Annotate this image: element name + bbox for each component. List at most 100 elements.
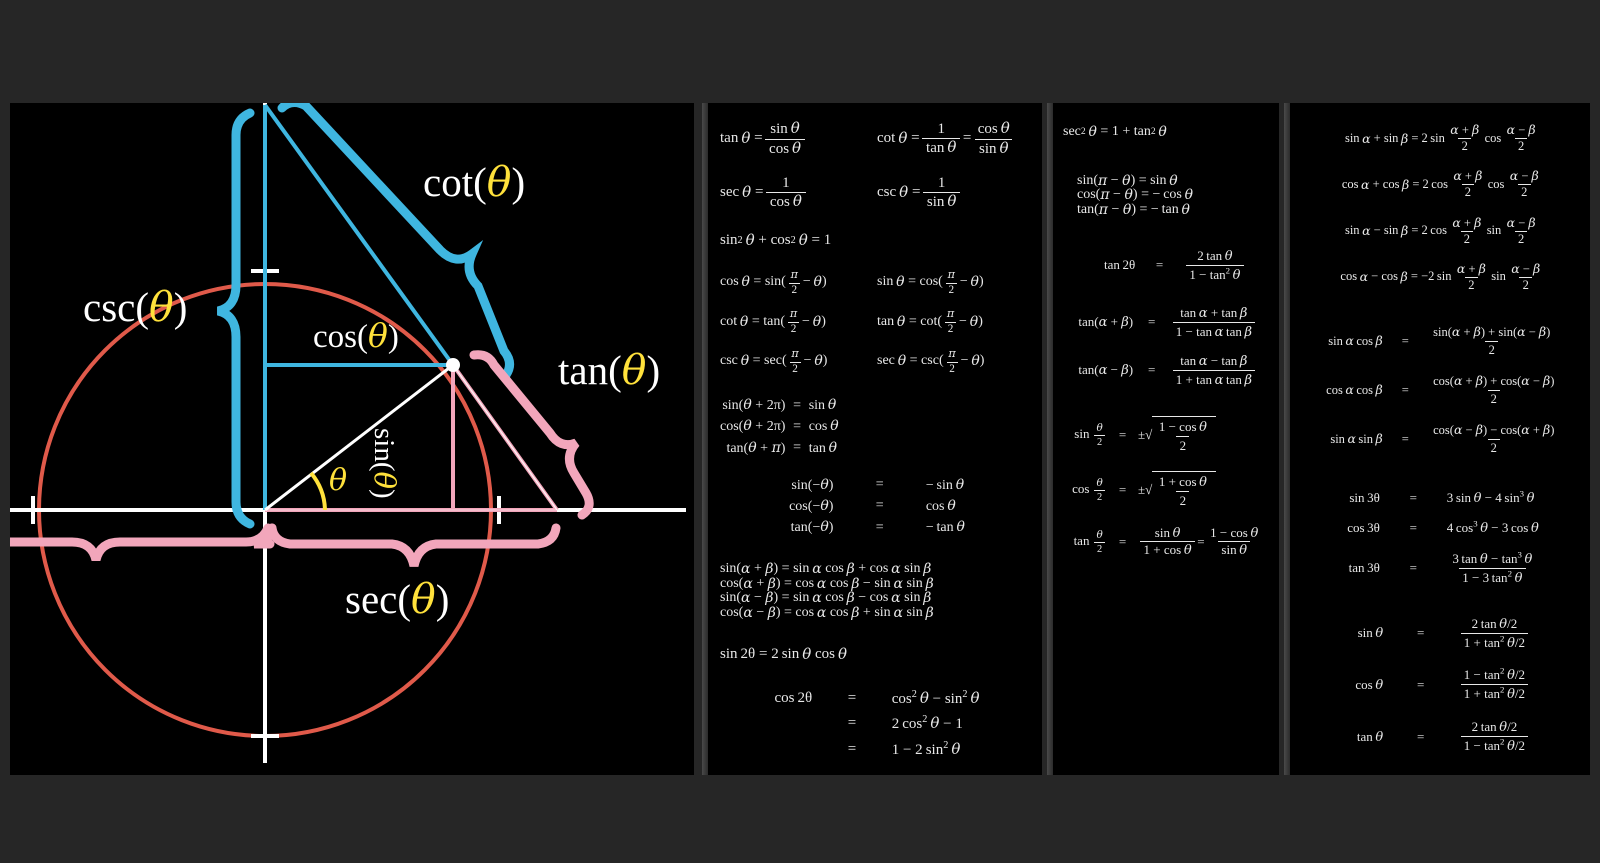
sin-sum-identity: sin(α + β) = sin α cos β + cos α sin β bbox=[720, 562, 1034, 577]
even-cos-lhs: cos(−θ) bbox=[720, 498, 833, 515]
weier-tan-eq: = bbox=[1390, 729, 1451, 745]
sin-cofunction: sin θ = cos(π2− θ) bbox=[877, 269, 1034, 297]
csc-theta: θ bbox=[149, 283, 174, 331]
csc-open-paren: ( bbox=[135, 284, 149, 330]
odd-tan-lhs: tan(−θ) bbox=[720, 519, 833, 536]
coscos-product-rhs: cos(α + β) + cos(α − β) 2 bbox=[1428, 373, 1584, 407]
csc-label: csc(θ) bbox=[83, 283, 187, 331]
csc-close-paren: ) bbox=[174, 284, 188, 330]
sec-theta: θ bbox=[411, 575, 436, 623]
cos-close-paren: ) bbox=[388, 319, 399, 355]
cot-cofunction: cot θ = tan(π2− θ) bbox=[720, 308, 877, 336]
sec-squared-identity: sec2 θ = 1 + tan2 θ bbox=[1063, 125, 1273, 140]
half-tan-rhs: sin θ 1 + cos θ = 1 − cos θ sin θ bbox=[1138, 526, 1273, 558]
cot-definition: cot θ = 1 tan θ = cos θ sin θ bbox=[877, 121, 1034, 158]
odd-tan-rhs: − tan θ bbox=[926, 519, 1034, 536]
period-tan-eq: = bbox=[793, 440, 801, 456]
half-sin-lhs: sin θ2 bbox=[1063, 422, 1107, 448]
sin-theta: θ bbox=[368, 472, 402, 489]
plus-minus-sign-2: ± bbox=[1138, 471, 1145, 509]
tan-double-rhs: 2 tan θ 1 − tan2 θ bbox=[1184, 248, 1273, 283]
cos-open-paren: ( bbox=[357, 319, 368, 355]
triangle-edge bbox=[453, 365, 557, 510]
tan-sum-eq: = bbox=[1140, 314, 1163, 330]
reciprocal-definitions: tan θ = sin θ cos θ cot θ = 1 tan θ = bbox=[720, 121, 1034, 211]
formula-column-3: sec2 θ = 1 + tan2 θ sin(π − θ) = sin θ c… bbox=[1047, 103, 1279, 775]
tan-theta: θ bbox=[622, 346, 647, 394]
cos-label-text: cos bbox=[313, 319, 357, 355]
sin-open-paren: ( bbox=[368, 462, 400, 472]
half-tan-eq: = bbox=[1114, 534, 1130, 550]
screenshot-root: cot(θ) csc(θ) cos(θ) tan(θ) sin(θ) sec(θ… bbox=[0, 0, 1600, 863]
sinsin-product-eq: = bbox=[1390, 432, 1421, 447]
weier-cos-lhs: cos θ bbox=[1302, 677, 1383, 693]
half-angle-identities: sin θ2 = ±√ 1 − cos θ 2 cos θ2 = ±√ bbox=[1063, 416, 1273, 558]
radical-icon-2: √ bbox=[1145, 471, 1152, 509]
weier-sin-rhs: 2 tan θ/2 1 + tan2 θ/2 bbox=[1458, 616, 1584, 651]
cos-double-lhs: cos 2θ bbox=[720, 690, 812, 707]
sec-label: sec(θ) bbox=[345, 575, 449, 623]
tan-cofunction: tan θ = cot(π2− θ) bbox=[877, 308, 1034, 336]
pythagorean-equation: sin2 θ + cos2 θ = 1 bbox=[720, 233, 1034, 249]
theta-symbol: θ bbox=[329, 463, 347, 498]
sec-brace-main bbox=[272, 528, 556, 566]
cos-double-eq-3: = bbox=[820, 741, 883, 758]
csc-brace bbox=[218, 113, 250, 524]
weier-cos-rhs: 1 − tan2 θ/2 1 + tan2 θ/2 bbox=[1458, 667, 1584, 702]
half-sin-rhs: ±√ 1 − cos θ 2 bbox=[1138, 416, 1273, 454]
cos-cofunction: cos θ = sin(π2− θ) bbox=[720, 269, 877, 297]
weier-tan-rhs: 2 tan θ/2 1 − tan2 θ/2 bbox=[1458, 719, 1584, 754]
unit-circle-svg bbox=[10, 103, 694, 775]
cos-label: cos(θ) bbox=[313, 316, 399, 356]
cofunction-identities: cos θ = sin(π2− θ) sin θ = cos(π2− θ) co… bbox=[720, 269, 1034, 376]
pythagorean-identity: sin2 θ + cos2 θ = 1 bbox=[720, 233, 1034, 249]
cos-theta: θ bbox=[368, 316, 388, 355]
weierstrass-substitution: sin θ = 2 tan θ/2 1 + tan2 θ/2 cos θ = 1… bbox=[1302, 616, 1584, 755]
cos-double-eq-2: = bbox=[820, 715, 883, 732]
period-cos-eq: = bbox=[793, 419, 801, 435]
triple-angle: sin 3θ = 3 sin θ − 4 sin3 θ cos 3θ = 4 c… bbox=[1302, 490, 1584, 586]
sinsin-product-rhs: cos(α − β) − cos(α + β) 2 bbox=[1428, 422, 1584, 456]
column-2-left-edge bbox=[702, 103, 708, 775]
tan-label: tan(θ) bbox=[558, 346, 660, 394]
tan-diff-rhs: tan α − tan β 1 + tan α tan β bbox=[1170, 353, 1273, 388]
tan-open-paren: ( bbox=[608, 347, 622, 393]
half-sin-eq: = bbox=[1114, 427, 1130, 443]
cofunction-row-3: csc θ = sec(π2− θ) sec θ = csc(π2− θ) bbox=[720, 348, 1034, 376]
cos-double-eq-1: = bbox=[820, 690, 883, 707]
double-angle-sin: sin 2θ = 2 sin θ cos θ bbox=[720, 647, 1034, 663]
sin-supplementary: sin(π − θ) = sin θ bbox=[1077, 174, 1273, 189]
sin-triple-lhs: sin 3θ bbox=[1302, 490, 1380, 506]
tan-label-text: tan bbox=[558, 347, 608, 393]
pythagorean-sec-tan: sec2 θ = 1 + tan2 θ bbox=[1063, 125, 1273, 140]
tan-triple-lhs: tan 3θ bbox=[1302, 560, 1380, 576]
cos-double-rhs-1: cos2 θ − sin2 θ bbox=[892, 689, 1034, 708]
unit-circle-diagram-panel: cot(θ) csc(θ) cos(θ) tan(θ) sin(θ) sec(θ… bbox=[10, 103, 694, 775]
cofunction-row-2: cot θ = tan(π2− θ) tan θ = cot(π2− θ) bbox=[720, 308, 1034, 336]
sin-label: sin(θ) bbox=[367, 428, 402, 499]
weier-sin-eq: = bbox=[1390, 625, 1451, 641]
period-sin-rhs: sin θ bbox=[809, 397, 839, 414]
supplementary-angle: sin(π − θ) = sin θ cos(π − θ) = − cos θ … bbox=[1063, 174, 1273, 218]
cos-difference-identity: cos(α − β) = cos α cos β + sin α sin β bbox=[720, 606, 1034, 621]
half-cos-eq: = bbox=[1114, 482, 1130, 498]
sincos-product-rhs: sin(α + β) + sin(α − β) 2 bbox=[1428, 324, 1584, 358]
cot-open-paren: ( bbox=[473, 159, 487, 205]
point-on-circle bbox=[446, 358, 460, 372]
sec-cofunction: sec θ = csc(π2− θ) bbox=[877, 348, 1034, 376]
tan-diff-lhs: tan(α − β) bbox=[1063, 362, 1133, 378]
cos-sum-identity: cos(α + β) = cos α cos β − sin α sin β bbox=[720, 577, 1034, 592]
cos-supplementary: cos(π − θ) = − cos θ bbox=[1077, 188, 1273, 203]
angle-sum-difference: sin(α + β) = sin α cos β + cos α sin β c… bbox=[720, 562, 1034, 621]
csc-label-text: csc bbox=[83, 284, 135, 330]
weier-cos-eq: = bbox=[1390, 677, 1451, 693]
sinsin-product-lhs: sin α sin β bbox=[1302, 431, 1383, 447]
half-cos-rhs: ±√ 1 + cos θ 2 bbox=[1138, 471, 1273, 509]
tan-triple-eq: = bbox=[1387, 560, 1440, 576]
cos-triple-lhs: cos 3θ bbox=[1302, 520, 1380, 536]
period-cos-lhs: cos(θ + 2π) bbox=[720, 418, 785, 435]
sin-difference-identity: sin(α − β) = sin α cos β − cos α sin β bbox=[720, 591, 1034, 606]
odd-sin-rhs: − sin θ bbox=[926, 477, 1034, 494]
coscos-product-lhs: cos α cos β bbox=[1302, 382, 1383, 398]
cos-triple-eq: = bbox=[1387, 520, 1440, 536]
